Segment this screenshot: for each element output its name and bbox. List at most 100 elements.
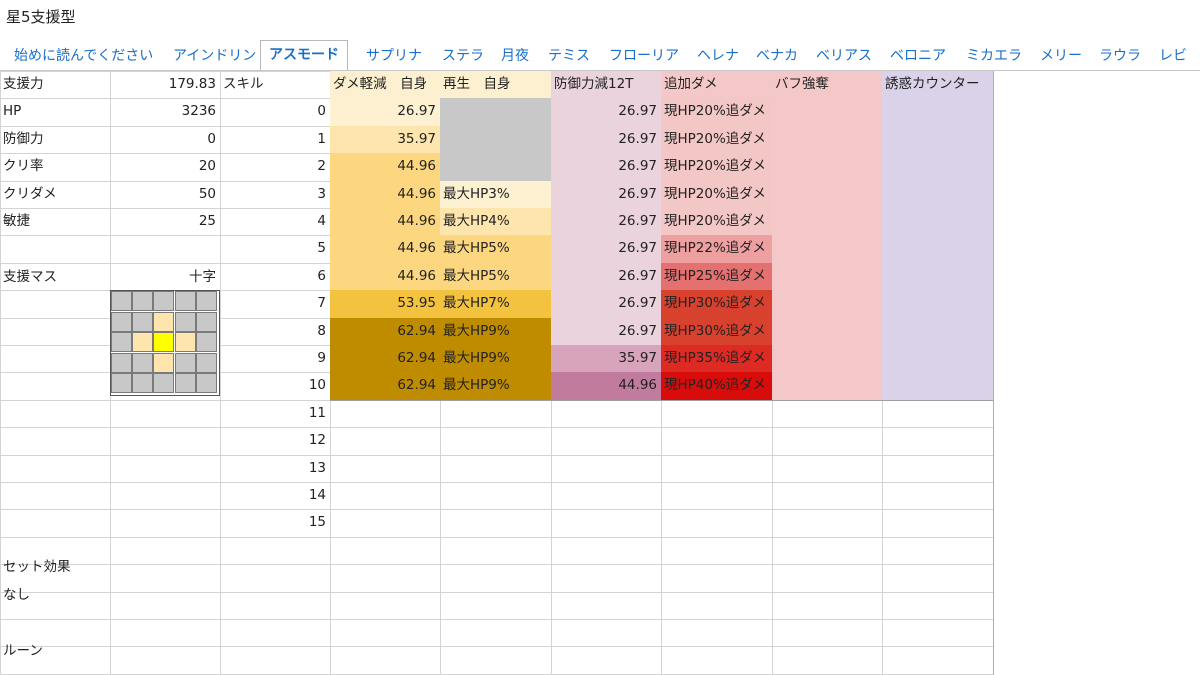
column-header-3: 防御力減12T [551,71,661,99]
def-down-cell: 26.97 [551,262,661,291]
stat-label: クリ率 [3,158,44,175]
skill-level: 10 [308,377,326,394]
extra-dmg-cell: 現HP25%追ダメ [661,262,772,291]
cross-arm-cell [132,332,154,353]
cross-cell [195,373,217,394]
regen-cell: 最大HP4% [440,208,551,236]
charm-counter-cell [882,345,993,373]
regen-cell: 最大HP9% [440,317,551,345]
column-header-6: 誘惑カウンター [882,71,993,99]
lower-label: ルーン [3,643,43,660]
extra-dmg-cell: 現HP30%追ダメ [661,290,772,318]
dmg-reduction-cell: 35.97 [330,125,440,154]
charm-counter-cell [882,317,993,345]
cross-cell [195,291,217,311]
cross-cell [174,291,196,311]
extra-dmg-cell: 現HP35%追ダメ [661,345,772,373]
buff-steal-cell [772,262,882,291]
dmg-reduction-cell: 44.96 [330,235,440,263]
def-down-cell: 44.96 [551,372,661,400]
dmg-reduction-cell: 44.96 [330,180,440,208]
skill-level: 6 [317,267,326,284]
cross-cell [174,311,196,332]
charm-counter-cell [882,153,993,181]
stat-value: 50 [198,185,216,202]
dmg-reduction-cell: 62.94 [330,372,440,400]
stat-label: 防御力 [3,130,44,147]
skill-level: 5 [317,240,326,257]
buff-steal-cell [772,153,882,181]
regen-cell: 最大HP5% [440,262,551,291]
cross-cell [132,352,154,373]
lower-label [0,609,110,636]
stat-label: HP [3,103,22,120]
cross-cell [195,311,217,332]
cross-cell [111,291,132,311]
skill-level: 11 [308,404,326,421]
stat-label: 支援マス [3,268,57,285]
buff-steal-cell [772,317,882,345]
def-down-cell: 26.97 [551,180,661,208]
cross-cell [132,373,154,394]
column-header-2: 再生 自身 [440,71,551,99]
extra-dmg-cell: 現HP20%追ダメ [661,98,772,126]
cross-cell [132,311,154,332]
stat-label: 支援力 [3,76,44,92]
charm-counter-cell [882,125,993,154]
cross-center-cell [153,332,175,353]
skill-level: 12 [308,432,326,449]
lower-label: なし [3,586,30,603]
cross-cell [132,291,154,311]
stat-value: 3236 [181,103,216,120]
charm-counter-cell [882,290,993,318]
dmg-reduction-cell: 62.94 [330,317,440,345]
stat-value: 0 [207,130,216,147]
skill-level: 9 [317,350,326,366]
def-down-cell: 26.97 [551,98,661,126]
stat-value: 179.83 [168,76,216,92]
charm-counter-cell [882,180,993,208]
charm-counter-cell [882,372,993,400]
cross-cell [111,352,132,373]
regen-cell: 最大HP9% [440,345,551,373]
def-down-cell: 35.97 [551,345,661,373]
extra-dmg-cell: 現HP30%追ダメ [661,317,772,345]
def-down-cell: 26.97 [551,235,661,263]
skill-level: 4 [317,213,326,229]
column-header-1: ダメ軽減 自身 [330,71,440,99]
regen-cell: 最大HP9% [440,372,551,400]
cross-cell [195,352,217,373]
skill-level: 3 [317,185,326,202]
regen-cell [440,125,551,154]
support-cross-diagram [110,290,220,396]
cross-arm-cell [153,352,175,373]
skill-level: 13 [308,459,326,476]
buff-steal-cell [772,98,882,126]
charm-counter-cell [882,262,993,291]
buff-steal-cell [772,180,882,208]
skill-level: 2 [317,158,326,175]
dmg-reduction-cell: 44.96 [330,208,440,236]
def-down-cell: 26.97 [551,125,661,154]
cross-cell [153,291,175,311]
extra-dmg-cell: 現HP40%追ダメ [661,372,772,400]
cross-cell [111,373,132,394]
column-header-5: バフ強奪 [772,71,882,99]
cross-cell [153,373,175,394]
cross-cell [174,373,196,394]
dmg-reduction-cell: 26.97 [330,98,440,126]
dmg-reduction-cell: 53.95 [330,290,440,318]
regen-cell: 最大HP5% [440,235,551,263]
cross-arm-cell [174,332,196,353]
def-down-cell: 26.97 [551,317,661,345]
buff-steal-cell [772,235,882,263]
stat-label: 敏捷 [3,213,30,229]
charm-counter-cell [882,235,993,263]
skill-level: 14 [308,487,326,503]
dmg-reduction-cell: 44.96 [330,153,440,181]
extra-dmg-cell: 現HP20%追ダメ [661,153,772,181]
skill-level: 8 [317,322,326,339]
charm-counter-cell [882,98,993,126]
extra-dmg-cell: 現HP20%追ダメ [661,180,772,208]
cross-cell [111,332,132,353]
